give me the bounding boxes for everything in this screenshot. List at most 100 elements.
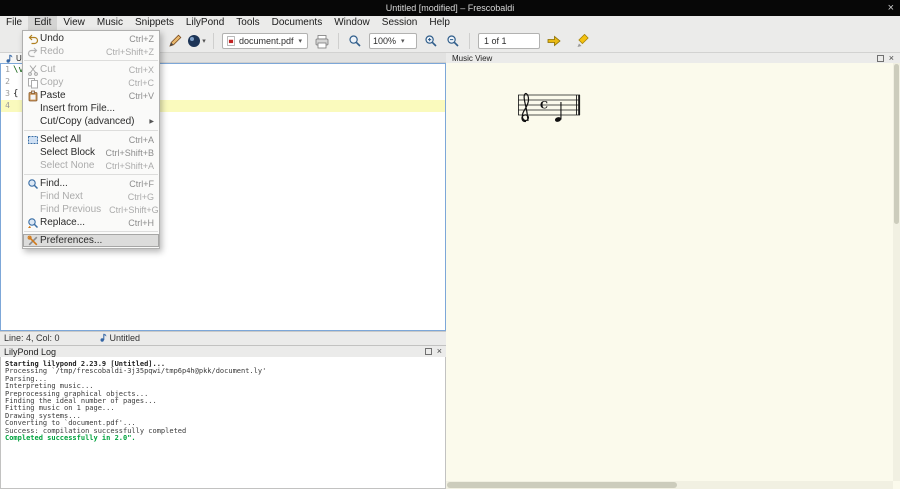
- chevron-down-icon: ▾: [299, 37, 303, 45]
- menu-item-label: Copy: [40, 77, 120, 88]
- music-staff: C: [518, 87, 588, 133]
- menu-item-label: Cut/Copy (advanced): [40, 116, 141, 127]
- zoom-out-button[interactable]: [444, 32, 462, 50]
- menu-item-paste[interactable]: Paste Ctrl+V: [23, 89, 159, 102]
- menu-lilypond[interactable]: LilyPond: [180, 16, 230, 30]
- menu-tools[interactable]: Tools: [230, 16, 265, 30]
- next-page-button[interactable]: [545, 32, 563, 50]
- panel-close-icon[interactable]: ×: [889, 55, 894, 62]
- horizontal-scrollbar[interactable]: [446, 481, 893, 489]
- menu-item-preferences[interactable]: Preferences...: [23, 234, 159, 247]
- menu-item-undo[interactable]: Undo Ctrl+Z: [23, 32, 159, 45]
- frescobaldi-window: Untitled [modified] – Frescobaldi × File…: [0, 0, 900, 489]
- menu-item-cut-copy-advanced[interactable]: Cut/Copy (advanced) ▶: [23, 115, 159, 128]
- page-indicator-value: 1 of 1: [484, 36, 507, 46]
- menu-item-shortcut: Ctrl+F: [129, 179, 154, 189]
- menu-file[interactable]: File: [0, 16, 28, 30]
- printer-icon: [314, 34, 330, 49]
- panel-float-icon[interactable]: [877, 55, 884, 62]
- menu-view[interactable]: View: [57, 16, 91, 30]
- menu-item-shortcut: Ctrl+Z: [129, 34, 154, 44]
- menu-item-redo[interactable]: Redo Ctrl+Shift+Z: [23, 45, 159, 58]
- lilypond-icon: [188, 35, 200, 47]
- submenu-arrow-icon: ▶: [149, 118, 154, 125]
- copy-icon: [26, 77, 40, 89]
- menu-music[interactable]: Music: [91, 16, 129, 30]
- arrow-right-icon: [546, 33, 562, 49]
- menu-separator: [24, 60, 158, 61]
- music-view-titlebar[interactable]: Music View ×: [446, 53, 900, 63]
- menu-item-copy[interactable]: Copy Ctrl+C: [23, 76, 159, 89]
- menu-item-select-block[interactable]: Select Block Ctrl+Shift+B: [23, 146, 159, 159]
- menu-item-label: Select None: [40, 160, 97, 171]
- menu-item-shortcut: Ctrl+V: [129, 91, 154, 101]
- select-all-icon: [26, 134, 40, 146]
- menubar: File Edit View Music Snippets LilyPond T…: [0, 16, 900, 30]
- menu-item-shortcut: Ctrl+H: [128, 218, 154, 228]
- menu-item-shortcut: Ctrl+Shift+A: [105, 161, 154, 171]
- vertical-scrollbar[interactable]: [893, 63, 900, 481]
- clear-highlighting-button[interactable]: [573, 32, 591, 50]
- menu-item-cut[interactable]: Cut Ctrl+X: [23, 63, 159, 76]
- cut-icon: [26, 64, 40, 76]
- music-view-page[interactable]: C: [446, 63, 900, 489]
- menu-window[interactable]: Window: [328, 16, 376, 30]
- menu-item-label: Cut: [40, 64, 121, 75]
- lilypond-engrave-menu-button[interactable]: ▾: [188, 32, 206, 50]
- window-title: Untitled [modified] – Frescobaldi: [386, 3, 515, 13]
- toolbar-separator: [469, 33, 470, 49]
- menu-documents[interactable]: Documents: [266, 16, 329, 30]
- menu-help[interactable]: Help: [423, 16, 456, 30]
- menu-item-select-all[interactable]: Select All Ctrl+A: [23, 133, 159, 146]
- panel-float-icon[interactable]: [425, 348, 432, 355]
- menu-edit[interactable]: Edit: [28, 16, 57, 30]
- pdf-document-icon: [226, 35, 236, 47]
- cursor-position: Line: 4, Col: 0: [4, 333, 60, 343]
- lilypond-log-title: LilyPond Log: [4, 347, 56, 357]
- menu-item-shortcut: Ctrl+Shift+G: [109, 205, 159, 215]
- menu-session[interactable]: Session: [376, 16, 424, 30]
- document-combobox[interactable]: document.pdf ▾: [222, 33, 308, 49]
- menu-separator: [24, 231, 158, 232]
- menu-item-select-none[interactable]: Select None Ctrl+Shift+A: [23, 159, 159, 172]
- menu-item-find-next[interactable]: Find Next Ctrl+G: [23, 190, 159, 203]
- treble-clef-icon: [522, 94, 529, 122]
- line-number: 4: [1, 100, 13, 112]
- preferences-icon: [26, 235, 40, 247]
- statusbar-document-label: Untitled: [110, 333, 141, 343]
- panel-close-icon[interactable]: ×: [437, 348, 442, 355]
- menu-separator: [24, 174, 158, 175]
- zoom-in-button[interactable]: [422, 32, 440, 50]
- menu-item-find-previous[interactable]: Find Previous Ctrl+Shift+G: [23, 203, 159, 216]
- menu-item-replace[interactable]: Replace... Ctrl+H: [23, 216, 159, 229]
- menu-item-label: Find Previous: [40, 204, 101, 215]
- replace-icon: [26, 217, 40, 229]
- scrollbar-handle[interactable]: [894, 64, 899, 224]
- menu-item-insert-from-file[interactable]: Insert from File...: [23, 102, 159, 115]
- chevron-down-icon: ▾: [202, 37, 206, 45]
- menu-snippets[interactable]: Snippets: [129, 16, 180, 30]
- menu-item-shortcut: Ctrl+G: [128, 192, 154, 202]
- music-note-icon: [6, 54, 13, 63]
- menu-item-label: Insert from File...: [40, 103, 146, 114]
- engrave-button[interactable]: [166, 32, 184, 50]
- magnifier-icon: [348, 34, 362, 48]
- lilypond-log-output[interactable]: Starting lilypond 2.23.9 [Untitled]... P…: [0, 357, 446, 489]
- page-indicator[interactable]: 1 of 1: [478, 33, 540, 49]
- scrollbar-handle[interactable]: [447, 482, 677, 488]
- zoom-in-icon: [424, 34, 438, 48]
- fit-zoom-button[interactable]: [346, 32, 364, 50]
- print-button[interactable]: [313, 32, 331, 50]
- menu-item-shortcut: Ctrl+A: [129, 135, 154, 145]
- statusbar-document[interactable]: Untitled: [100, 333, 141, 343]
- music-note-icon: [100, 333, 107, 342]
- zoom-combobox[interactable]: 100% ▾: [369, 33, 417, 49]
- lilypond-log-titlebar[interactable]: LilyPond Log ×: [0, 345, 446, 357]
- menu-item-find[interactable]: Find... Ctrl+F: [23, 177, 159, 190]
- window-close-icon[interactable]: ×: [888, 0, 894, 16]
- log-line-success: Completed successfully in 2.0".: [5, 435, 441, 442]
- menu-item-shortcut: Ctrl+Shift+B: [105, 148, 154, 158]
- window-titlebar[interactable]: Untitled [modified] – Frescobaldi ×: [0, 0, 900, 16]
- document-combobox-value: document.pdf: [239, 36, 294, 46]
- paste-icon: [26, 90, 40, 102]
